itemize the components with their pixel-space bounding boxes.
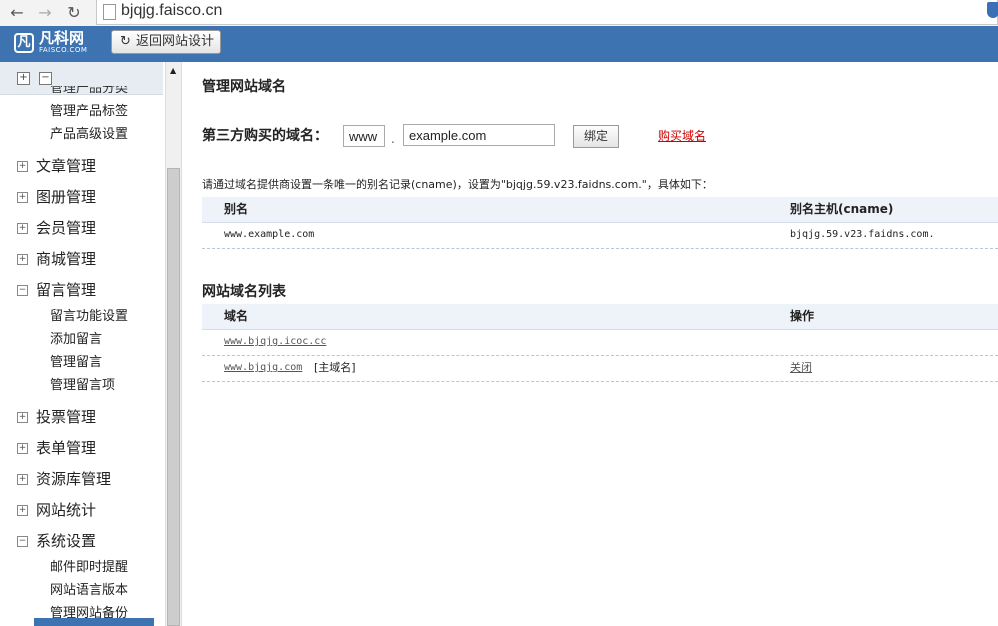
- sidebar-toolbar: + − 管理产品分类: [0, 62, 163, 95]
- sidebar-item-label: 网站语言版本: [50, 583, 129, 598]
- sidebar-item[interactable]: + 表单管理: [0, 438, 165, 460]
- action-column-header: 操作: [790, 309, 815, 323]
- back-arrow-icon[interactable]: ←: [6, 3, 28, 23]
- bind-button[interactable]: 绑定: [573, 125, 619, 148]
- cname-instruction: 请通过域名提供商设置一条唯一的别名记录(cname)，设置为"bjqjg.59.…: [202, 178, 713, 191]
- expand-icon[interactable]: +: [17, 412, 28, 423]
- collapse-icon[interactable]: −: [17, 285, 28, 296]
- sidebar-item-label: 添加留言: [50, 332, 103, 347]
- expand-icon[interactable]: +: [17, 474, 28, 485]
- sidebar-item[interactable]: 管理产品标签: [0, 102, 165, 124]
- sidebar-item[interactable]: + 图册管理: [0, 187, 165, 209]
- domain-link[interactable]: www.bjqjg.icoc.cc: [224, 330, 326, 354]
- expand-icon[interactable]: +: [17, 505, 28, 516]
- address-bar[interactable]: bjqjg.faisco.cn: [96, 0, 998, 25]
- logo-text: 凡科网: [39, 30, 85, 47]
- sidebar-item-label: 系统设置: [36, 532, 97, 550]
- logo-subtext: FAISCO.COM: [39, 46, 88, 54]
- domain-prefix-input[interactable]: [343, 125, 385, 147]
- back-to-design-button[interactable]: ↻ 返回网站设计: [111, 30, 221, 54]
- forward-arrow-icon[interactable]: →: [34, 3, 56, 23]
- sidebar-item-label: 商城管理: [36, 250, 97, 268]
- sidebar-item[interactable]: 网站语言版本: [0, 581, 165, 603]
- cname-table: 别名 别名主机(cname) www.example.com bjqjg.59.…: [202, 197, 998, 249]
- sidebar-item-label: 网站统计: [36, 501, 97, 519]
- page-title: 管理网站域名: [202, 79, 286, 95]
- alias-cell: www.example.com: [224, 229, 315, 240]
- sidebar-item[interactable]: 产品高级设置: [0, 125, 165, 147]
- page-icon: [103, 4, 116, 20]
- sidebar-item-active[interactable]: [34, 618, 154, 626]
- cname-column-header: 别名主机(cname): [790, 202, 894, 216]
- table-row: www.example.com bjqjg.59.v23.faidns.com.: [202, 223, 998, 249]
- sidebar: + − 管理产品分类 管理产品标签产品高级设置 + 文章管理 + 图册管理 + 会员管理 + 商…: [0, 62, 165, 626]
- domain-dot: .: [391, 132, 395, 146]
- logo-mark-icon: 凡: [14, 33, 34, 53]
- domain-input[interactable]: [403, 124, 555, 146]
- sidebar-item-label: 管理产品标签: [50, 104, 129, 119]
- expand-icon[interactable]: +: [17, 223, 28, 234]
- sidebar-item[interactable]: 添加留言: [0, 330, 165, 352]
- sidebar-item-label: 留言管理: [36, 281, 97, 299]
- expand-icon[interactable]: +: [17, 161, 28, 172]
- collapse-icon[interactable]: −: [17, 536, 28, 547]
- sidebar-item-label: 产品高级设置: [50, 127, 129, 142]
- expand-all-icon[interactable]: +: [17, 72, 30, 85]
- sidebar-item-label: 邮件即时提醒: [50, 560, 129, 575]
- reload-icon[interactable]: ↻: [63, 3, 85, 23]
- sidebar-item-label: 管理留言: [50, 355, 103, 370]
- sidebar-item-label: 留言功能设置: [50, 309, 129, 324]
- sidebar-item-label: 图册管理: [36, 188, 97, 206]
- sidebar-item[interactable]: 管理留言: [0, 353, 165, 375]
- sidebar-item[interactable]: + 投票管理: [0, 407, 165, 429]
- domain-list-table: 域名 操作 www.bjqjg.icoc.cc www.bjqjg.com [主…: [202, 304, 998, 382]
- domain-list-header: 域名 操作: [202, 304, 998, 330]
- sidebar-scrollbar[interactable]: ▲: [165, 62, 182, 626]
- primary-domain-badge: [主域名]: [314, 361, 356, 374]
- expand-icon[interactable]: +: [17, 192, 28, 203]
- sidebar-item-label: 会员管理: [36, 219, 97, 237]
- sidebar-item-label: 资源库管理: [36, 470, 112, 488]
- shield-icon[interactable]: [987, 2, 998, 18]
- sidebar-item[interactable]: + 商城管理: [0, 249, 165, 271]
- refresh-icon: ↻: [120, 34, 131, 49]
- expand-icon[interactable]: +: [17, 443, 28, 454]
- domain-list-title: 网站域名列表: [202, 284, 286, 300]
- sidebar-item[interactable]: 邮件即时提醒: [0, 558, 165, 580]
- domain-link[interactable]: www.bjqjg.com: [224, 356, 302, 380]
- browser-toolbar: ← → ↻ bjqjg.faisco.cn: [0, 0, 998, 27]
- main-content: 管理网站域名 第三方购买的域名： . 绑定 购买域名 请通过域名提供商设置一条唯…: [182, 62, 998, 626]
- sidebar-item[interactable]: + 资源库管理: [0, 469, 165, 491]
- close-domain-link[interactable]: 关闭: [790, 356, 812, 380]
- third-party-domain-label: 第三方购买的域名：: [202, 128, 328, 144]
- collapse-all-icon[interactable]: −: [39, 72, 52, 85]
- cname-table-header: 别名 别名主机(cname): [202, 197, 998, 223]
- back-to-design-label: 返回网站设计: [136, 34, 215, 49]
- sidebar-item[interactable]: 管理留言项: [0, 376, 165, 398]
- expand-icon[interactable]: +: [17, 254, 28, 265]
- sidebar-item-label: 文章管理: [36, 157, 97, 175]
- url-text[interactable]: bjqjg.faisco.cn: [121, 0, 222, 22]
- sidebar-item[interactable]: + 会员管理: [0, 218, 165, 240]
- sidebar-item-label: 表单管理: [36, 439, 97, 457]
- sidebar-item[interactable]: − 系统设置: [0, 531, 165, 553]
- sidebar-item[interactable]: 留言功能设置: [0, 307, 165, 329]
- table-row: www.bjqjg.icoc.cc: [202, 330, 998, 356]
- sidebar-item-label: 投票管理: [36, 408, 97, 426]
- scrollbar-thumb[interactable]: [167, 168, 180, 626]
- cname-cell: bjqjg.59.v23.faidns.com.: [790, 229, 935, 240]
- sidebar-item[interactable]: − 留言管理: [0, 280, 165, 302]
- buy-domain-link[interactable]: 购买域名: [658, 127, 706, 145]
- sidebar-item-cut[interactable]: 管理产品分类: [50, 86, 128, 93]
- table-row: www.bjqjg.com [主域名] 关闭: [202, 356, 998, 382]
- app-header: 凡 凡科网 FAISCO.COM ↻ 返回网站设计: [0, 26, 998, 62]
- sidebar-item[interactable]: + 文章管理: [0, 156, 165, 178]
- sidebar-item-label: 管理留言项: [50, 378, 116, 393]
- alias-column-header: 别名: [224, 202, 249, 216]
- scroll-up-arrow-icon[interactable]: ▲: [170, 66, 176, 75]
- domain-column-header: 域名: [224, 309, 249, 323]
- sidebar-item[interactable]: + 网站统计: [0, 500, 165, 522]
